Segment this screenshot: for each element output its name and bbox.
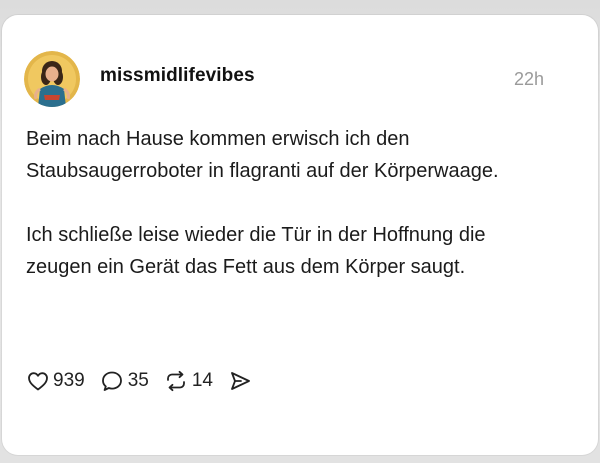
post-paragraph: Ich schließe leise wieder die Tür in der… [26, 224, 486, 278]
avatar-illustration [24, 51, 80, 107]
username[interactable]: missmidlifevibes [100, 65, 255, 87]
post-paragraph: Beim nach Hause kommen erwisch ich den S… [26, 128, 499, 182]
repost-button[interactable]: 14 [163, 369, 213, 393]
avatar[interactable] [24, 51, 80, 107]
action-bar: 939 35 14 [26, 367, 267, 395]
like-count: 939 [53, 370, 85, 391]
reply-count: 35 [127, 370, 149, 391]
reply-button[interactable]: 35 [99, 369, 149, 393]
share-button[interactable] [227, 369, 253, 393]
post-body: Beim nach Hause kommen erwisch ich den S… [26, 123, 546, 283]
repost-icon [166, 370, 185, 392]
send-icon [231, 372, 250, 390]
heart-icon [28, 372, 48, 391]
like-button[interactable]: 939 [26, 369, 85, 393]
screen: missmidlifevibes 22h Beim nach Hause kom… [0, 0, 600, 463]
comment-icon [101, 371, 122, 391]
post-card: missmidlifevibes 22h Beim nach Hause kom… [2, 15, 598, 455]
repost-count: 14 [191, 370, 213, 391]
post-timestamp: 22h [513, 69, 544, 89]
